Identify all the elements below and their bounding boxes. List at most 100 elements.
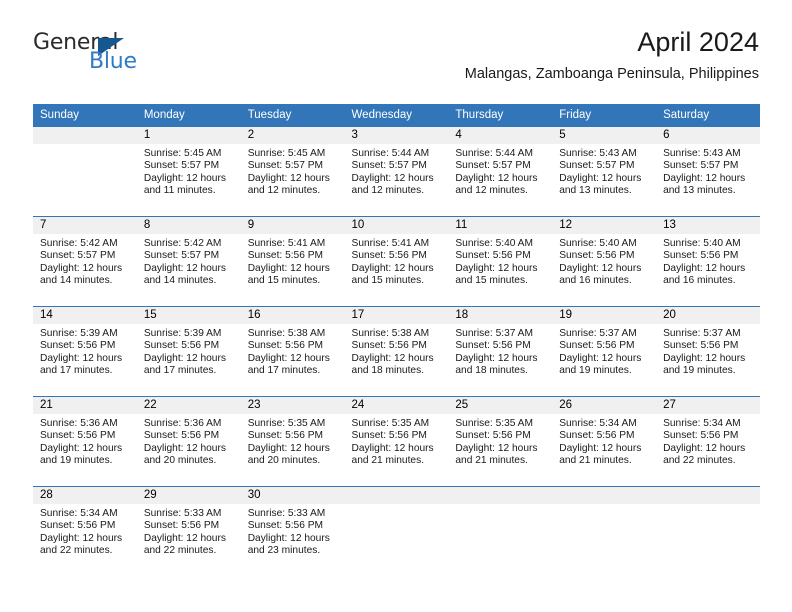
day-number: 19 (552, 307, 657, 324)
daylight-line-1: Daylight: 12 hours (40, 352, 123, 364)
calendar-day-cell[interactable]: 14 Sunrise: 5:39 AM Sunset: 5:56 PM Dayligh… (33, 306, 137, 397)
sunset-line: Sunset: 5:56 PM (663, 340, 739, 352)
calendar-day-cell[interactable]: 8 Sunrise: 5:42 AM Sunset: 5:57 PM Daylight… (136, 216, 241, 307)
daylight-line-2: and 19 minutes. (559, 365, 632, 377)
calendar-day-cell[interactable]: 15 Sunrise: 5:39 AM Sunset: 5:56 PM Dayligh… (136, 306, 241, 397)
sunset-line: Sunset: 5:56 PM (247, 430, 324, 442)
calendar-page: General Blue April 2024 Malangas, Zamboa… (0, 0, 792, 612)
sunrise-line: Sunrise: 5:40 AM (455, 238, 533, 249)
day-number: 18 (448, 307, 553, 324)
day-details: Sunrise: 5:40 AM Sunset: 5:56 PM Daylight:… (552, 234, 656, 288)
calendar-day-cell[interactable]: 25 Sunrise: 5:35 AM Sunset: 5:56 PM Dayligh… (448, 396, 553, 487)
calendar-day-cell[interactable]: 10 Sunrise: 5:41 AM Sunset: 5:56 PM Dayligh… (344, 216, 449, 307)
sunset-line: Sunset: 5:56 PM (40, 520, 116, 532)
daylight-line-1: Daylight: 12 hours (351, 172, 434, 184)
day-details: Sunrise: 5:34 AM Sunset: 5:56 PM Daylight:… (33, 504, 137, 558)
calendar-day-cell[interactable]: 2 Sunrise: 5:45 AM Sunset: 5:57 PM Daylight… (240, 127, 345, 217)
daylight-line-1: Daylight: 12 hours (351, 442, 434, 454)
day-number: 4 (448, 127, 553, 144)
day-details: Sunrise: 5:34 AM Sunset: 5:56 PM Daylight:… (656, 414, 760, 468)
day-details: Sunrise: 5:39 AM Sunset: 5:56 PM Daylight:… (137, 324, 241, 378)
weekday-header-monday: Monday (136, 104, 241, 127)
weekday-header-row: Sunday Monday Tuesday Wednesday Thursday… (33, 104, 760, 127)
day-details: Sunrise: 5:36 AM Sunset: 5:56 PM Daylight:… (137, 414, 241, 468)
sunset-line: Sunset: 5:56 PM (143, 340, 220, 352)
day-details: Sunrise: 5:40 AM Sunset: 5:56 PM Daylight:… (448, 234, 552, 288)
sunset-line: Sunset: 5:57 PM (143, 160, 220, 172)
sunset-line: Sunset: 5:56 PM (247, 340, 324, 352)
sunset-line: Sunset: 5:56 PM (351, 430, 427, 442)
day-details: Sunrise: 5:42 AM Sunset: 5:57 PM Daylight:… (137, 234, 241, 288)
sunset-line: Sunset: 5:56 PM (143, 430, 220, 442)
calendar-day-cell[interactable]: 6 Sunrise: 5:43 AM Sunset: 5:57 PM Daylight… (656, 127, 760, 217)
daylight-line-1: Daylight: 12 hours (559, 442, 642, 454)
daylight-line-2: and 22 minutes. (40, 545, 113, 557)
calendar-day-cell[interactable]: 16 Sunrise: 5:38 AM Sunset: 5:56 PM Dayligh… (240, 306, 345, 397)
day-details: Sunrise: 5:38 AM Sunset: 5:56 PM Daylight:… (345, 324, 449, 378)
day-number: 12 (552, 217, 657, 234)
day-number: 23 (240, 397, 345, 414)
sunset-line: Sunset: 5:56 PM (40, 340, 116, 352)
daylight-line-1: Daylight: 12 hours (455, 442, 538, 454)
calendar-day-cell[interactable]: 20 Sunrise: 5:37 AM Sunset: 5:56 PM Dayligh… (656, 306, 760, 397)
day-number: 5 (552, 127, 657, 144)
calendar-day-cell[interactable]: 27 Sunrise: 5:34 AM Sunset: 5:56 PM Dayligh… (656, 396, 760, 487)
sunrise-line: Sunrise: 5:35 AM (247, 418, 326, 429)
sunset-line: Sunset: 5:56 PM (351, 340, 427, 352)
calendar-day-cell[interactable]: 30 Sunrise: 5:33 AM Sunset: 5:56 PM Dayligh… (240, 486, 345, 576)
calendar-day-cell[interactable]: 11 Sunrise: 5:40 AM Sunset: 5:56 PM Dayligh… (448, 216, 553, 307)
calendar-day-cell[interactable]: 12 Sunrise: 5:40 AM Sunset: 5:56 PM Dayligh… (552, 216, 657, 307)
calendar-day-cell[interactable]: 5 Sunrise: 5:43 AM Sunset: 5:57 PM Daylight… (552, 127, 657, 217)
calendar-day-cell[interactable]: 19 Sunrise: 5:37 AM Sunset: 5:56 PM Dayligh… (552, 306, 657, 397)
sunrise-line: Sunrise: 5:38 AM (247, 328, 326, 339)
day-details: Sunrise: 5:44 AM Sunset: 5:57 PM Daylight:… (448, 144, 552, 198)
daylight-line-2: and 18 minutes. (455, 365, 528, 377)
calendar-day-cell[interactable]: 21 Sunrise: 5:36 AM Sunset: 5:56 PM Dayligh… (33, 396, 137, 487)
calendar-day-cell[interactable]: 28 Sunrise: 5:34 AM Sunset: 5:56 PM Dayligh… (33, 486, 137, 576)
general-blue-logo[interactable]: General Blue (33, 30, 233, 78)
calendar-day-cell[interactable]: 13 Sunrise: 5:40 AM Sunset: 5:56 PM Dayligh… (656, 216, 760, 307)
sunrise-line: Sunrise: 5:41 AM (351, 238, 430, 249)
calendar-day-cell[interactable]: 18 Sunrise: 5:37 AM Sunset: 5:56 PM Dayligh… (448, 306, 553, 397)
sunrise-line: Sunrise: 5:43 AM (663, 148, 741, 159)
calendar-day-cell[interactable]: 3 Sunrise: 5:44 AM Sunset: 5:57 PM Daylight… (344, 127, 449, 217)
day-number: 3 (344, 127, 449, 144)
day-number: 30 (240, 487, 345, 504)
daylight-line-2: and 21 minutes. (455, 455, 528, 467)
sunset-line: Sunset: 5:56 PM (455, 250, 531, 262)
day-number: 21 (33, 397, 137, 414)
daylight-line-2: and 17 minutes. (247, 365, 321, 377)
daylight-line-2: and 23 minutes. (247, 545, 321, 557)
sunset-line: Sunset: 5:56 PM (247, 520, 324, 532)
calendar-day-cell[interactable]: 1 Sunrise: 5:45 AM Sunset: 5:57 PM Daylight… (136, 127, 241, 217)
calendar-day-cell[interactable]: 29 Sunrise: 5:33 AM Sunset: 5:56 PM Dayligh… (136, 486, 241, 576)
daylight-line-2: and 12 minutes. (247, 185, 321, 197)
sunset-line: Sunset: 5:56 PM (455, 340, 531, 352)
sunrise-line: Sunrise: 5:37 AM (559, 328, 637, 339)
sunrise-line: Sunrise: 5:34 AM (663, 418, 741, 429)
weekday-header-thursday: Thursday (448, 104, 553, 127)
calendar-day-cell[interactable]: 17 Sunrise: 5:38 AM Sunset: 5:56 PM Dayligh… (344, 306, 449, 397)
daylight-line-1: Daylight: 12 hours (663, 352, 746, 364)
day-number: 27 (656, 397, 760, 414)
day-details: Sunrise: 5:45 AM Sunset: 5:57 PM Daylight:… (241, 144, 345, 198)
calendar-day-cell[interactable]: 22 Sunrise: 5:36 AM Sunset: 5:56 PM Dayligh… (136, 396, 241, 487)
sunset-line: Sunset: 5:56 PM (351, 250, 427, 262)
sunrise-line: Sunrise: 5:45 AM (143, 148, 222, 159)
daylight-line-1: Daylight: 12 hours (663, 172, 746, 184)
day-number: 8 (136, 217, 241, 234)
calendar-day-cell[interactable]: 23 Sunrise: 5:35 AM Sunset: 5:56 PM Dayligh… (240, 396, 345, 487)
weekday-header-saturday: Saturday (656, 104, 760, 127)
sunset-line: Sunset: 5:56 PM (559, 340, 635, 352)
sunrise-line: Sunrise: 5:35 AM (455, 418, 533, 429)
calendar-day-cell[interactable]: 4 Sunrise: 5:44 AM Sunset: 5:57 PM Daylight… (448, 127, 553, 217)
calendar-day-cell[interactable]: 24 Sunrise: 5:35 AM Sunset: 5:56 PM Dayligh… (344, 396, 449, 487)
day-details: Sunrise: 5:35 AM Sunset: 5:56 PM Daylight:… (345, 414, 449, 468)
day-number: 24 (344, 397, 449, 414)
calendar-day-cell[interactable]: 26 Sunrise: 5:34 AM Sunset: 5:56 PM Dayligh… (552, 396, 657, 487)
daylight-line-2: and 16 minutes. (559, 275, 632, 287)
calendar-day-cell[interactable]: 9 Sunrise: 5:41 AM Sunset: 5:56 PM Daylight… (240, 216, 345, 307)
calendar-day-cell[interactable]: 7 Sunrise: 5:42 AM Sunset: 5:57 PM Daylight… (33, 216, 137, 307)
daylight-line-2: and 18 minutes. (351, 365, 425, 377)
day-number: 13 (656, 217, 760, 234)
